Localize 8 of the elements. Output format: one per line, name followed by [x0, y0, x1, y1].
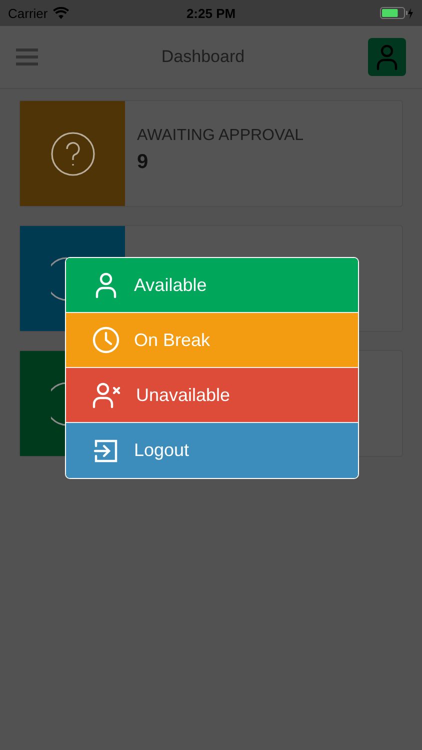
card-count: 9: [137, 151, 150, 174]
status-option[interactable]: Available: [66, 258, 358, 313]
clock-time: 2:25 PM: [186, 6, 236, 20]
status-option[interactable]: On Break: [66, 313, 358, 368]
status-option[interactable]: Logout: [66, 423, 358, 478]
carrier-label: Carrier: [8, 6, 48, 20]
status-option[interactable]: Unavailable: [66, 368, 358, 423]
card-label: AWAITING APPROVAL: [137, 127, 304, 145]
